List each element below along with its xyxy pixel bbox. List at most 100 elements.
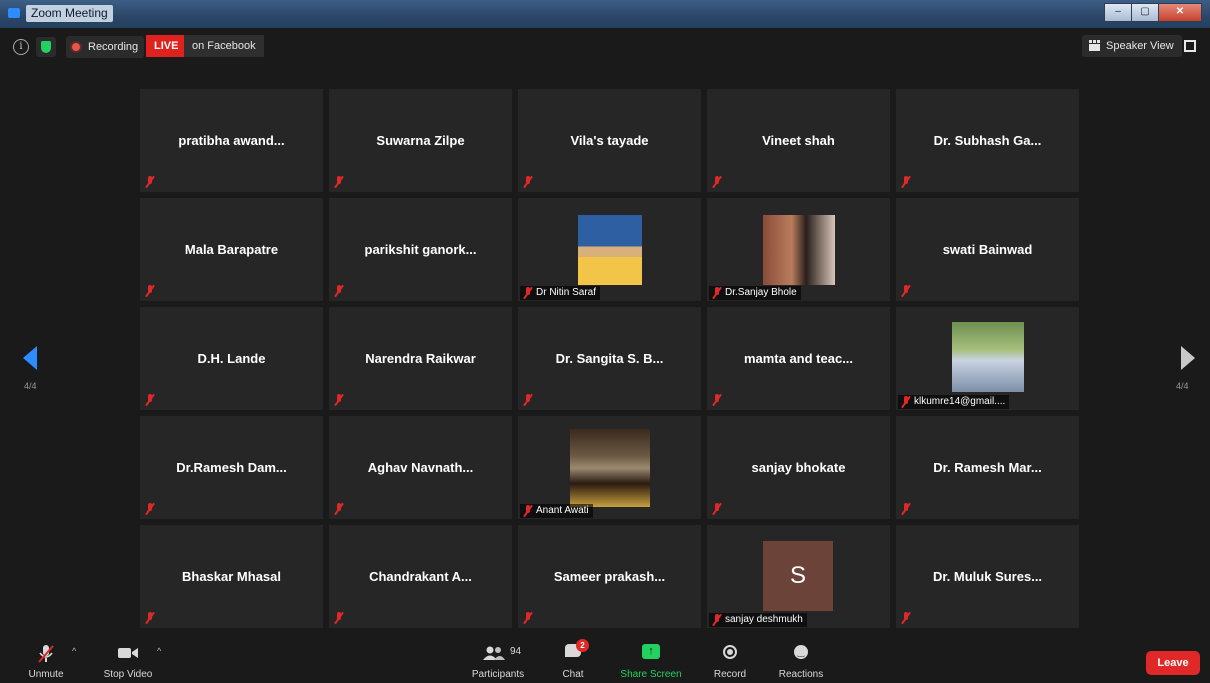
participant-name: Dr. Sangita S. B... — [555, 351, 664, 366]
participants-button[interactable]: 94 Participants — [466, 636, 530, 683]
live-target-label[interactable]: on Facebook — [184, 35, 264, 57]
participant-tile[interactable]: swati Bainwad — [896, 198, 1079, 301]
muted-mic-icon — [333, 394, 345, 406]
speaker-view-label: Speaker View — [1106, 40, 1174, 52]
video-options-chevron-icon[interactable]: ^ — [157, 646, 161, 656]
previous-page-arrow-icon[interactable] — [23, 346, 37, 370]
muted-mic-icon — [900, 176, 912, 188]
participant-tile[interactable]: Mala Barapatre — [140, 198, 323, 301]
participant-name: D.H. Lande — [197, 351, 266, 366]
muted-mic-icon — [711, 287, 723, 299]
participant-tile[interactable]: parikshit ganork... — [329, 198, 512, 301]
participant-namebar: Anant Awati — [520, 504, 593, 518]
participants-count: 94 — [510, 646, 522, 657]
reactions-button[interactable]: ‿ Reactions — [775, 636, 827, 683]
participant-namebar: sanjay deshmukh — [709, 613, 807, 627]
participant-name: Mala Barapatre — [184, 242, 279, 257]
participant-tile-video[interactable]: klkumre14@gmail.... — [896, 307, 1079, 410]
muted-mic-icon — [711, 503, 723, 515]
record-button[interactable]: Record — [710, 636, 750, 683]
muted-mic-icon — [144, 176, 156, 188]
share-screen-button[interactable]: ↑ Share Screen — [618, 636, 684, 683]
participant-avatar: S — [763, 541, 833, 611]
recording-label: Recording — [88, 41, 139, 53]
muted-mic-icon — [144, 394, 156, 406]
stop-video-button[interactable]: Stop Video — [98, 636, 158, 683]
participant-namebar: Dr.Sanjay Bhole — [709, 286, 801, 300]
participant-tile[interactable]: Narendra Raikwar — [329, 307, 512, 410]
window-title: Zoom Meeting — [26, 5, 113, 22]
chat-unread-badge: 2 — [576, 639, 589, 652]
window-controls: – ▢ ✕ — [1104, 3, 1202, 22]
participant-tile-video[interactable]: Anant Awati — [518, 416, 701, 519]
participant-name: Bhaskar Mhasal — [182, 569, 281, 584]
participant-name: Vineet shah — [762, 133, 835, 148]
zoom-app-icon — [8, 8, 20, 18]
minimize-button[interactable]: – — [1104, 3, 1132, 22]
participant-tile[interactable]: mamta and teac... — [707, 307, 890, 410]
leave-button[interactable]: Leave — [1146, 651, 1200, 675]
participant-name: Narendra Raikwar — [365, 351, 476, 366]
participant-tile-video[interactable]: Dr.Sanjay Bhole — [707, 198, 890, 301]
participant-tile-video[interactable]: Dr Nitin Saraf — [518, 198, 701, 301]
muted-mic-icon — [711, 394, 723, 406]
participant-tile[interactable]: Dr. Sangita S. B... — [518, 307, 701, 410]
participant-tile[interactable]: sanjay bhokate — [707, 416, 890, 519]
reactions-emoji-icon: ‿ — [794, 645, 808, 659]
reactions-label: Reactions — [778, 669, 824, 680]
participant-name: Anant Awati — [536, 505, 589, 516]
participant-tile[interactable]: Dr.Ramesh Dam... — [140, 416, 323, 519]
maximize-button[interactable]: ▢ — [1131, 3, 1159, 22]
participant-video-thumbnail — [570, 429, 650, 507]
share-screen-label: Share Screen — [620, 669, 682, 680]
participant-tile[interactable]: Aghav Navnath... — [329, 416, 512, 519]
participant-tile-avatar[interactable]: S sanjay deshmukh — [707, 525, 890, 628]
participant-tile[interactable]: D.H. Lande — [140, 307, 323, 410]
participants-label: Participants — [471, 669, 525, 680]
participant-name: Aghav Navnath... — [367, 460, 474, 475]
muted-mic-icon — [522, 505, 534, 517]
speaker-view-button[interactable]: Speaker View — [1082, 35, 1182, 57]
muted-mic-icon — [333, 285, 345, 297]
record-icon — [723, 645, 737, 659]
participant-name: pratibha awand... — [178, 133, 285, 148]
page-indicator-left: 4/4 — [24, 381, 37, 391]
participant-tile[interactable]: Dr. Muluk Sures... — [896, 525, 1079, 628]
participant-tile[interactable]: Sameer prakash... — [518, 525, 701, 628]
muted-mic-icon — [711, 614, 723, 626]
unmute-button[interactable]: Unmute — [22, 636, 70, 683]
meeting-info-icon[interactable]: i — [13, 39, 29, 55]
muted-mic-icon — [522, 287, 534, 299]
unmute-label: Unmute — [28, 669, 64, 680]
participant-tile[interactable]: Chandrakant A... — [329, 525, 512, 628]
live-badge[interactable]: LIVE — [146, 35, 187, 57]
muted-mic-icon — [333, 176, 345, 188]
participant-tile[interactable]: Vila's tayade — [518, 89, 701, 192]
muted-mic-icon — [144, 285, 156, 297]
grid-view-icon — [1089, 40, 1101, 51]
close-button[interactable]: ✕ — [1158, 3, 1202, 22]
recording-indicator[interactable]: Recording — [66, 36, 145, 58]
participant-name: parikshit ganork... — [364, 242, 477, 257]
chat-button[interactable]: 2 Chat — [554, 636, 592, 683]
participant-tile[interactable]: Vineet shah — [707, 89, 890, 192]
participant-tile[interactable]: Dr. Ramesh Mar... — [896, 416, 1079, 519]
muted-mic-icon — [900, 396, 912, 408]
participant-tile[interactable]: Bhaskar Mhasal — [140, 525, 323, 628]
participant-tile[interactable]: pratibha awand... — [140, 89, 323, 192]
muted-mic-icon — [522, 176, 534, 188]
participant-name: swati Bainwad — [942, 242, 1033, 257]
participant-tile[interactable]: Suwarna Zilpe — [329, 89, 512, 192]
encryption-shield-icon[interactable] — [36, 37, 56, 57]
muted-microphone-icon — [38, 645, 54, 663]
muted-mic-icon — [144, 503, 156, 515]
audio-options-chevron-icon[interactable]: ^ — [72, 646, 76, 656]
muted-mic-icon — [900, 503, 912, 515]
participant-tile[interactable]: Dr. Subhash Ga... — [896, 89, 1079, 192]
participants-icon — [483, 646, 505, 660]
participant-name: Vila's tayade — [570, 133, 649, 148]
fullscreen-icon[interactable] — [1184, 40, 1196, 52]
next-page-arrow-icon[interactable] — [1181, 346, 1195, 370]
participant-name: Dr.Sanjay Bhole — [725, 287, 797, 298]
participant-name: Sameer prakash... — [553, 569, 666, 584]
